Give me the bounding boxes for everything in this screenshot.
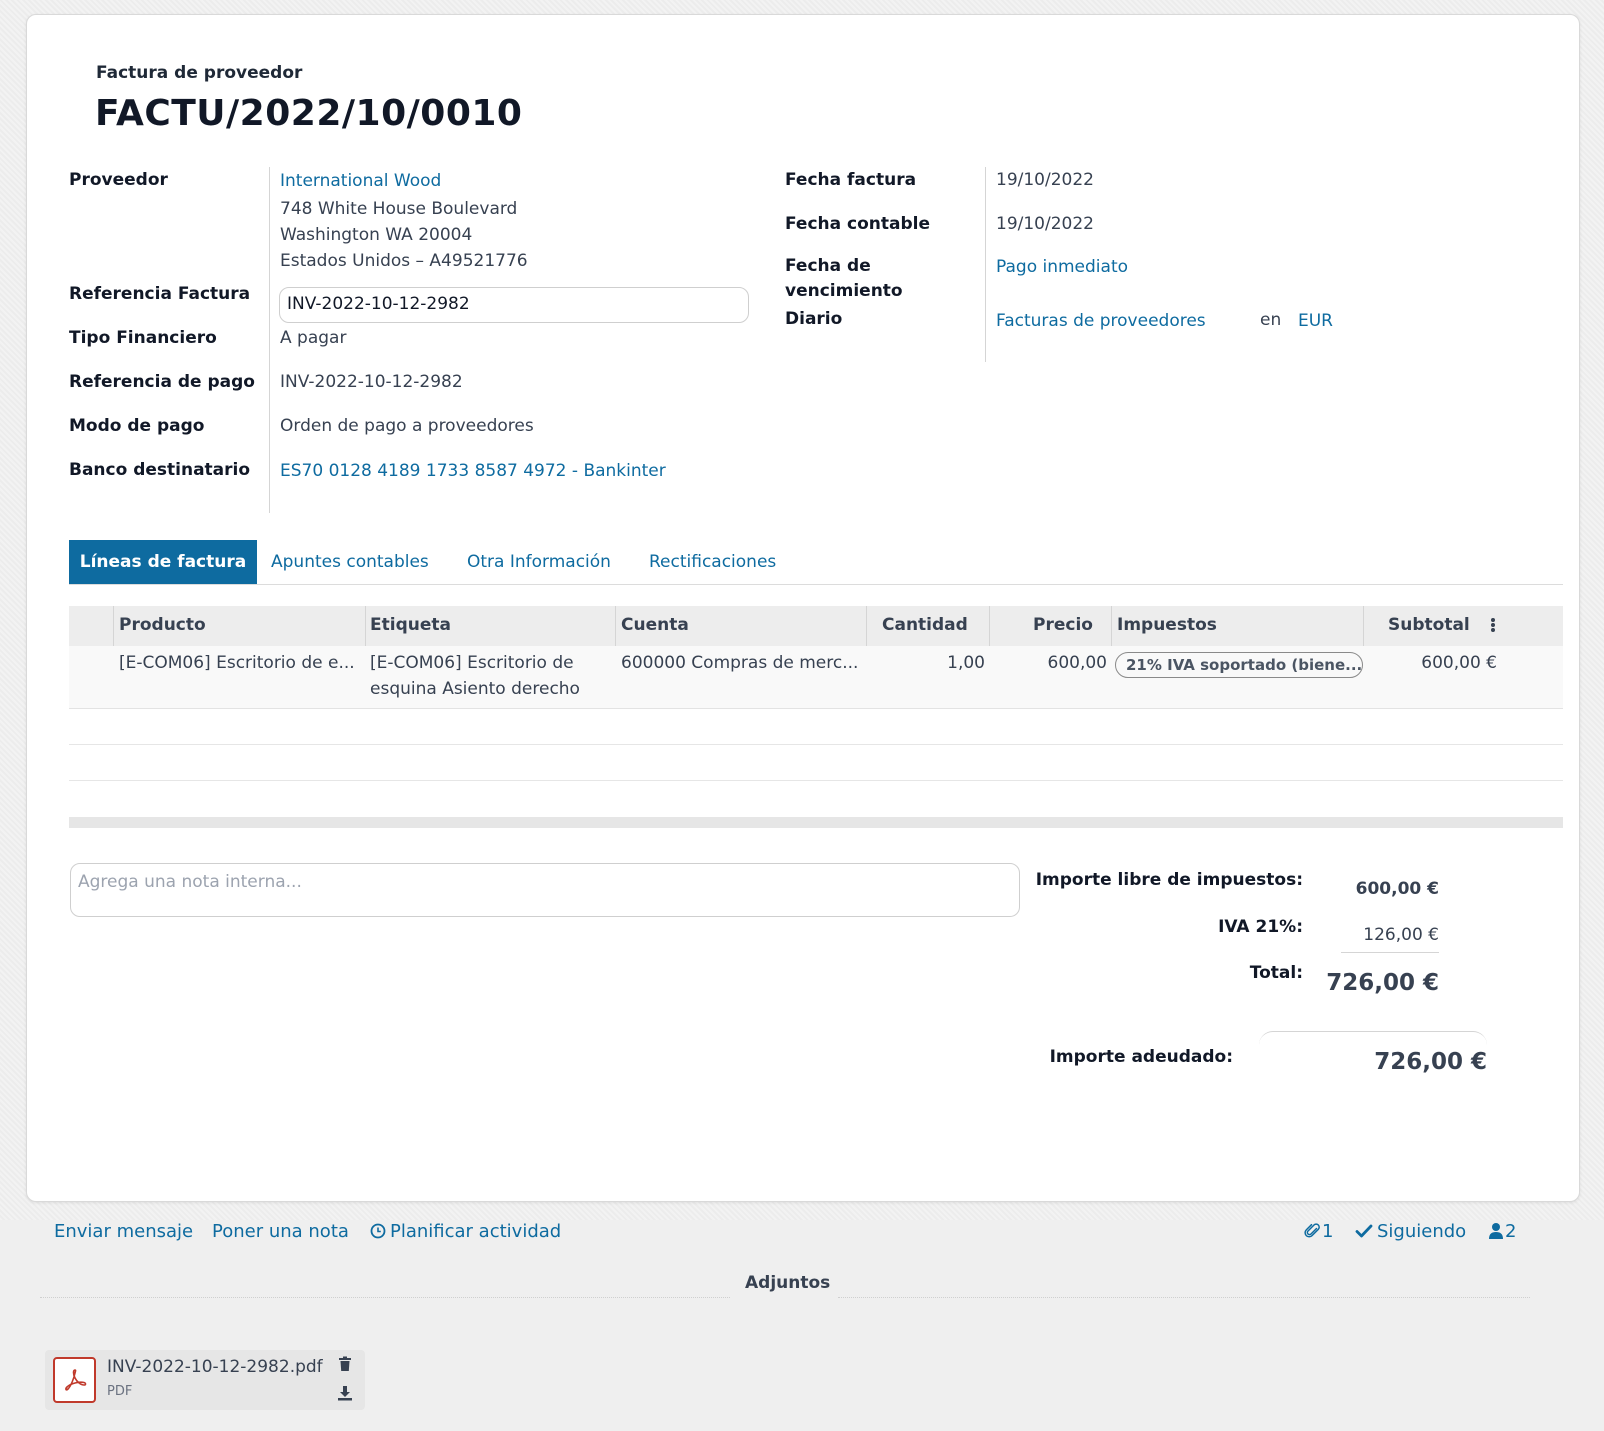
tab-journal-items[interactable]: Apuntes contables xyxy=(271,552,429,572)
followers-count[interactable]: 2 xyxy=(1505,1221,1516,1242)
check-icon xyxy=(1355,1223,1373,1239)
vat-value: 126,00 € xyxy=(1363,925,1439,945)
column-header-label[interactable]: Etiqueta xyxy=(370,615,451,635)
schedule-activity-button[interactable]: Planificar actividad xyxy=(390,1221,561,1242)
following-button[interactable]: Siguiendo xyxy=(1377,1221,1466,1242)
right-group-divider xyxy=(985,167,986,362)
payment-reference-value[interactable]: INV-2022-10-12-2982 xyxy=(280,372,463,392)
empty-row xyxy=(69,745,1563,781)
column-separator xyxy=(615,606,616,646)
payment-reference-label: Referencia de pago xyxy=(69,372,255,392)
internal-note-input[interactable]: Agrega una nota interna... xyxy=(70,863,1020,917)
attachments-count[interactable]: 1 xyxy=(1322,1221,1333,1242)
paperclip-icon[interactable] xyxy=(1304,1222,1322,1240)
invoice-date-label: Fecha factura xyxy=(785,170,917,190)
document-type: Factura de proveedor xyxy=(96,63,303,83)
tab-other-info[interactable]: Otra Información xyxy=(467,552,611,572)
column-separator xyxy=(365,606,366,646)
row-label[interactable]: esquina Asiento derecho xyxy=(370,679,580,699)
payment-mode-value[interactable]: Orden de pago a proveedores xyxy=(280,416,534,436)
amount-due-divider xyxy=(1259,1031,1487,1045)
invoice-reference-label: Referencia Factura xyxy=(69,284,251,304)
table-header xyxy=(69,606,1563,646)
row-price[interactable]: 600,00 xyxy=(1037,653,1107,673)
left-group-divider xyxy=(269,167,270,513)
supplier-address-line: Estados Unidos – A49521776 xyxy=(280,251,528,271)
column-header-taxes[interactable]: Impuestos xyxy=(1117,615,1217,635)
payment-terms-link[interactable]: Pago inmediato xyxy=(996,257,1128,277)
amount-due-label: Importe adeudado: xyxy=(1049,1047,1233,1067)
journal-link[interactable]: Facturas de proveedores xyxy=(996,311,1206,331)
column-header-quantity[interactable]: Cantidad xyxy=(882,615,968,635)
invoice-sheet: Factura de proveedor FACTU/2022/10/0010 … xyxy=(26,14,1580,1202)
attachment-type: PDF xyxy=(107,1384,133,1399)
column-separator xyxy=(113,606,114,646)
supplier-address-line: 748 White House Boulevard xyxy=(280,199,518,219)
attachments-divider xyxy=(40,1297,730,1298)
amount-due-value: 726,00 € xyxy=(1374,1049,1487,1075)
financial-type-value[interactable]: A pagar xyxy=(280,328,346,348)
total-label: Total: xyxy=(1249,963,1303,983)
total-divider xyxy=(1341,952,1439,953)
optional-columns-icon[interactable] xyxy=(1489,615,1497,635)
log-note-button[interactable]: Poner una nota xyxy=(212,1221,349,1242)
attachments-divider xyxy=(838,1297,1530,1298)
row-quantity[interactable]: 1,00 xyxy=(927,653,985,673)
trash-icon[interactable] xyxy=(338,1356,352,1372)
attachments-title: Adjuntos xyxy=(745,1273,831,1293)
column-separator xyxy=(866,606,867,646)
column-header-product[interactable]: Producto xyxy=(119,615,206,635)
supplier-link[interactable]: International Wood xyxy=(280,171,441,191)
row-tax-tag[interactable]: 21% IVA soportado (biene... xyxy=(1115,652,1363,678)
vat-label: IVA 21%: xyxy=(1218,917,1303,937)
due-date-label: Fecha de xyxy=(785,256,871,276)
document-number: FACTU/2022/10/0010 xyxy=(95,93,523,134)
due-date-label: vencimiento xyxy=(785,281,903,301)
invoice-date-value[interactable]: 19/10/2022 xyxy=(996,170,1094,190)
row-account[interactable]: 600000 Compras de merc... xyxy=(621,653,858,673)
total-value: 726,00 € xyxy=(1326,970,1439,996)
recipient-bank-label: Banco destinatario xyxy=(69,460,251,480)
invoice-reference-input[interactable]: INV-2022-10-12-2982 xyxy=(279,287,749,323)
tab-rectifications[interactable]: Rectificaciones xyxy=(649,552,776,572)
tabs-divider xyxy=(69,584,1563,585)
row-product[interactable]: [E-COM06] Escritorio de e... xyxy=(119,653,355,673)
download-icon[interactable] xyxy=(337,1385,353,1401)
column-header-subtotal[interactable]: Subtotal xyxy=(1388,615,1470,635)
column-header-price[interactable]: Precio xyxy=(1033,615,1093,635)
attachment-filename[interactable]: INV-2022-10-12-2982.pdf xyxy=(107,1357,323,1377)
journal-label: Diario xyxy=(785,309,843,329)
currency-link[interactable]: EUR xyxy=(1298,311,1333,331)
accounting-date-label: Fecha contable xyxy=(785,214,931,234)
supplier-label: Proveedor xyxy=(69,170,168,190)
supplier-address-line: Washington WA 20004 xyxy=(280,225,473,245)
row-subtotal: 600,00 € xyxy=(1421,653,1497,673)
column-separator xyxy=(1363,606,1364,646)
user-icon[interactable] xyxy=(1488,1222,1504,1240)
payment-mode-label: Modo de pago xyxy=(69,416,205,436)
empty-row xyxy=(69,709,1563,745)
accounting-date-value[interactable]: 19/10/2022 xyxy=(996,214,1094,234)
pdf-icon xyxy=(53,1357,96,1403)
journal-currency-connector: en xyxy=(1260,310,1282,330)
untaxed-amount-value: 600,00 € xyxy=(1355,879,1439,899)
column-header-account[interactable]: Cuenta xyxy=(621,615,689,635)
column-separator xyxy=(1111,606,1112,646)
row-label[interactable]: [E-COM06] Escritorio de xyxy=(370,653,574,673)
send-message-button[interactable]: Enviar mensaje xyxy=(54,1221,193,1242)
recipient-bank-link[interactable]: ES70 0128 4189 1733 8587 4972 - Bankinte… xyxy=(280,461,666,481)
attachment-card[interactable]: INV-2022-10-12-2982.pdf PDF xyxy=(45,1350,365,1410)
tab-invoice-lines[interactable]: Líneas de factura xyxy=(69,540,257,584)
column-separator xyxy=(989,606,990,646)
table-footer xyxy=(69,817,1563,828)
clock-icon xyxy=(370,1223,386,1239)
untaxed-amount-label: Importe libre de impuestos: xyxy=(1035,870,1303,890)
financial-type-label: Tipo Financiero xyxy=(69,328,217,348)
